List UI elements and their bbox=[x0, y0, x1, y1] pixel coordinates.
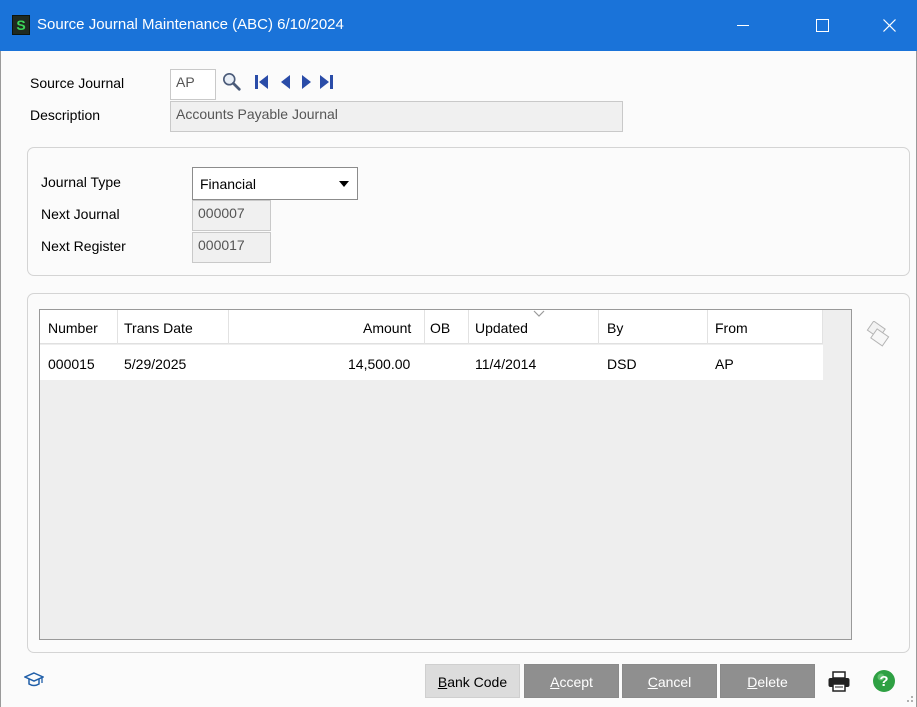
help-icon[interactable]: ? bbox=[872, 669, 896, 693]
graduation-cap-icon[interactable] bbox=[24, 671, 44, 689]
journal-type-value: Financial bbox=[200, 176, 257, 192]
printer-icon[interactable] bbox=[827, 671, 851, 693]
sort-descending-icon bbox=[533, 310, 545, 317]
svg-text:?: ? bbox=[879, 673, 888, 690]
cell-from: AP bbox=[715, 356, 734, 372]
cell-updated: 11/4/2014 bbox=[475, 356, 537, 372]
close-button[interactable] bbox=[866, 0, 912, 51]
col-header-from[interactable]: From bbox=[715, 320, 748, 336]
source-journal-label: Source Journal bbox=[30, 75, 125, 91]
source-journal-input[interactable]: AP bbox=[170, 69, 216, 100]
cell-number: 000015 bbox=[48, 356, 95, 372]
col-header-ob[interactable]: OB bbox=[430, 320, 450, 336]
journal-settings-group bbox=[27, 147, 910, 276]
cancel-button[interactable]: Cancel bbox=[622, 664, 717, 698]
table-row[interactable]: 000015 5/29/2025 14,500.00 11/4/2014 DSD… bbox=[40, 345, 823, 380]
col-header-trans-date[interactable]: Trans Date bbox=[124, 320, 193, 336]
cell-trans-date: 5/29/2025 bbox=[124, 356, 187, 372]
cell-amount: 14,500.00 bbox=[348, 356, 411, 372]
last-record-icon[interactable] bbox=[318, 72, 334, 92]
resize-grip-icon[interactable] bbox=[905, 694, 914, 703]
chevron-down-icon bbox=[339, 181, 349, 187]
previous-record-icon[interactable] bbox=[280, 72, 292, 92]
history-grid[interactable]: Number Trans Date Amount OB Updated By F… bbox=[39, 309, 852, 640]
next-register-field[interactable]: 000017 bbox=[192, 232, 271, 263]
accept-button[interactable]: Accept bbox=[524, 664, 619, 698]
col-header-amount[interactable]: Amount bbox=[363, 320, 411, 336]
description-input[interactable]: Accounts Payable Journal bbox=[170, 101, 623, 132]
lookup-magnifier-icon[interactable] bbox=[221, 72, 243, 92]
description-label: Description bbox=[30, 107, 101, 123]
grid-header: Number Trans Date Amount OB Updated By F… bbox=[40, 310, 823, 344]
minimize-button[interactable] bbox=[720, 0, 766, 51]
close-icon bbox=[883, 19, 896, 32]
next-record-icon[interactable] bbox=[300, 72, 312, 92]
maximize-button[interactable] bbox=[799, 0, 845, 51]
next-journal-field[interactable]: 000007 bbox=[192, 200, 271, 231]
cell-by: DSD bbox=[607, 356, 637, 372]
next-journal-label: Next Journal bbox=[41, 206, 120, 222]
delete-button[interactable]: Delete bbox=[720, 664, 815, 698]
title-bar: S Source Journal Maintenance (ABC) 6/10/… bbox=[0, 0, 917, 51]
first-record-icon[interactable] bbox=[254, 72, 270, 92]
app-icon[interactable]: S bbox=[12, 15, 30, 35]
col-header-by[interactable]: By bbox=[607, 320, 623, 336]
customize-columns-icon[interactable] bbox=[864, 321, 890, 347]
col-header-updated[interactable]: Updated bbox=[475, 320, 528, 336]
window-title: Source Journal Maintenance (ABC) 6/10/20… bbox=[37, 16, 344, 33]
bank-code-button[interactable]: Bank Code bbox=[425, 664, 520, 698]
journal-type-select[interactable]: Financial bbox=[192, 167, 358, 200]
journal-type-label: Journal Type bbox=[41, 174, 121, 190]
next-register-label: Next Register bbox=[41, 238, 126, 254]
col-header-number[interactable]: Number bbox=[48, 320, 98, 336]
